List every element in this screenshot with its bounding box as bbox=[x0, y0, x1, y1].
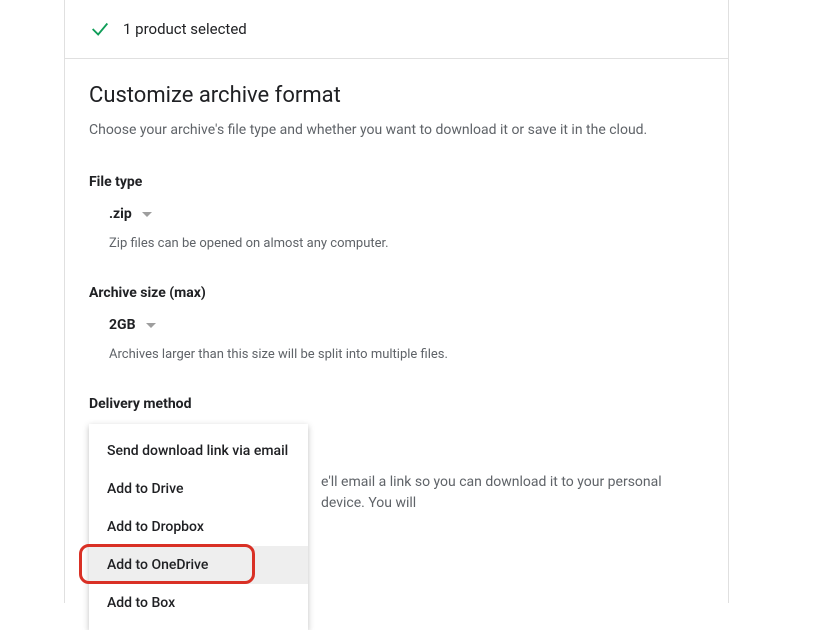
archivesize-dropdown[interactable]: 2GB bbox=[89, 313, 156, 337]
menu-item-drive[interactable]: Add to Drive bbox=[89, 470, 308, 508]
selection-row: 1 product selected bbox=[65, 0, 728, 59]
checkmark-icon bbox=[89, 18, 111, 40]
page-subtext: Choose your archive's file type and whet… bbox=[89, 122, 704, 138]
filetype-label: File type bbox=[89, 174, 704, 190]
archivesize-label: Archive size (max) bbox=[89, 285, 704, 301]
delivery-block: e'll email a link so you can download it… bbox=[89, 424, 704, 514]
menu-item-email[interactable]: Send download link via email bbox=[89, 432, 308, 470]
chevron-down-icon bbox=[146, 323, 156, 328]
menu-item-box[interactable]: Add to Box bbox=[89, 584, 308, 622]
filetype-helper: Zip files can be opened on almost any co… bbox=[89, 236, 704, 251]
delivery-menu: Send download link via email Add to Driv… bbox=[89, 424, 308, 630]
filetype-dropdown[interactable]: .zip bbox=[89, 202, 152, 226]
content: Customize archive format Choose your arc… bbox=[65, 59, 728, 514]
menu-item-onedrive[interactable]: Add to OneDrive bbox=[89, 546, 308, 584]
archivesize-helper: Archives larger than this size will be s… bbox=[89, 347, 704, 362]
menu-item-dropbox[interactable]: Add to Dropbox bbox=[89, 508, 308, 546]
archivesize-value: 2GB bbox=[109, 317, 136, 333]
filetype-value: .zip bbox=[109, 206, 132, 222]
card: 1 product selected Customize archive for… bbox=[64, 0, 729, 603]
page-heading: Customize archive format bbox=[89, 83, 704, 108]
chevron-down-icon bbox=[142, 212, 152, 217]
selection-text: 1 product selected bbox=[123, 20, 247, 38]
delivery-label: Delivery method bbox=[89, 396, 704, 412]
